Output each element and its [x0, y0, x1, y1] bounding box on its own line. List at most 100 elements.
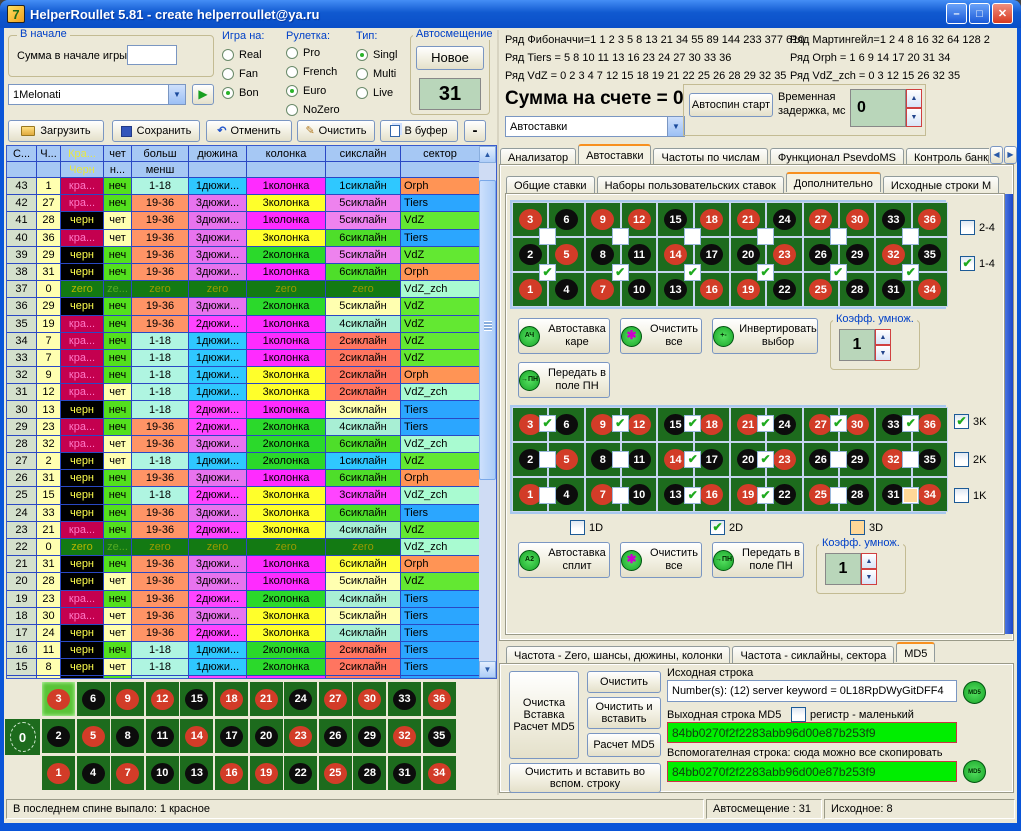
table-row[interactable]: 272чернчет1-181дюжи...2колонка1сиклайнVd… [7, 453, 479, 470]
table-row[interactable]: 158чернчет1-181дюжи...2колонка2сиклайнTi… [7, 659, 479, 676]
radio-icon[interactable] [356, 49, 368, 61]
undo-button[interactable]: ↶ Отменить [206, 120, 292, 142]
board-cell-22[interactable]: 22 [284, 756, 317, 790]
checkbox-2-4[interactable] [960, 220, 975, 235]
check-2d[interactable]: 2D [710, 520, 743, 535]
chevron-down-icon[interactable]: ▼ [667, 117, 684, 136]
title-bar[interactable]: 7 HelperRoullet 5.81 - create helperroul… [0, 0, 1021, 28]
spin-up-icon[interactable]: ▲ [875, 329, 891, 345]
table-row[interactable]: 3112кра...чет1-181дюжи...3колонка2сиклай… [7, 384, 479, 401]
table-row[interactable]: 4036кра...чет19-363дюжи...3колонка6сикла… [7, 230, 479, 247]
table-row[interactable]: 3013черннеч1-182дюжи...1колонка3сиклайнT… [7, 401, 479, 418]
board-cell-17[interactable]: 17 [215, 719, 248, 753]
board-cell-5[interactable]: 5 [77, 719, 110, 753]
tab-sub-3[interactable]: Исходные строки М [883, 176, 999, 194]
table-row[interactable]: 2832кра...чет19-363дюжи...2колонка6сикла… [7, 436, 479, 453]
spin-up-icon[interactable]: ▲ [906, 89, 922, 108]
md5-src-input[interactable] [667, 680, 957, 702]
spin-down-icon[interactable]: ▼ [906, 108, 922, 127]
side-check-3k[interactable]: 3K [954, 414, 986, 429]
board-cell-14[interactable]: 14 [180, 719, 213, 753]
checkbox-2d[interactable] [710, 520, 725, 535]
right-scroll-strip[interactable] [1005, 194, 1013, 634]
tab-main-0[interactable]: Анализатор [500, 148, 576, 166]
board-cell-30[interactable]: 30 [353, 682, 386, 716]
side-check-2k[interactable]: 2K [954, 452, 986, 467]
kare-checkbox-top-1[interactable] [613, 229, 628, 244]
tab-freq-2[interactable]: MD5 [896, 642, 935, 662]
split-checkbox-r3-1[interactable] [613, 488, 628, 503]
autobet-kare-button[interactable]: АЧ Автоставка каре [518, 318, 610, 354]
md5-run-icon-button[interactable]: MD5 [963, 681, 986, 704]
split-checkbox-r1-2[interactable] [685, 416, 700, 431]
radio-wheel-french[interactable]: French [286, 66, 348, 78]
radio-icon[interactable] [222, 68, 234, 80]
scrollbar-thumb[interactable] [479, 180, 496, 480]
board-cell-11[interactable]: 11 [146, 719, 179, 753]
side-check-1k[interactable]: 1K [954, 488, 986, 503]
split-checkbox-r3-4[interactable] [831, 488, 846, 503]
table-row[interactable]: 4128чернчет19-363дюжи...1колонка5сиклайн… [7, 212, 479, 229]
split-checkbox-r3-0[interactable] [540, 488, 555, 503]
side-check-2-4[interactable]: 2-4 [960, 220, 995, 235]
table-row[interactable]: 2515черннеч1-182дюжи...3колонка3сиклайнV… [7, 487, 479, 504]
board-cell-18[interactable]: 18 [215, 682, 248, 716]
radio-wheel-euro[interactable]: Euro [286, 85, 348, 97]
board-cell-27[interactable]: 27 [319, 682, 352, 716]
table-row[interactable]: 3929черннеч19-363дюжи...2колонка5сиклайн… [7, 247, 479, 264]
checkbox-2k[interactable] [954, 452, 969, 467]
board-cell-28[interactable]: 28 [353, 756, 386, 790]
side-check-1-4[interactable]: 1-4 [960, 256, 995, 271]
close-button[interactable]: ✕ [992, 3, 1013, 24]
table-row[interactable]: 337кра...неч1-181дюжи...1колонка2сиклайн… [7, 350, 479, 367]
tab-freq-0[interactable]: Частота - Zero, шансы, дюжины, колонки [506, 646, 730, 664]
table-row[interactable]: 1830кра...чет19-363дюжи...3колонка5сикла… [7, 608, 479, 625]
board-cell-13[interactable]: 13 [180, 756, 213, 790]
md5-big-button[interactable]: Очистка Вставка Расчет MD5 [509, 671, 579, 759]
minimize-button[interactable]: – [946, 3, 967, 24]
board-cell-35[interactable]: 35 [423, 719, 456, 753]
invert-selection-button[interactable]: +- Инвертировать выбор [712, 318, 818, 354]
tab-scroll-left-icon[interactable]: ◀ [990, 146, 1003, 164]
tab-freq-1[interactable]: Частота - сиклайны, сектора [732, 646, 894, 664]
table-row[interactable]: 4227кра...неч19-363дюжи...3колонка5сикла… [7, 195, 479, 212]
split-checkbox-r1-4[interactable] [831, 416, 846, 431]
split-checkbox-r2-5[interactable] [903, 452, 918, 467]
board-cell-36[interactable]: 36 [423, 682, 456, 716]
clear-all-button-2[interactable]: ✱ Очистить все [620, 542, 702, 578]
table-row[interactable]: 370zeroze...zerozerozerozeroVdZ_zch [7, 281, 479, 298]
table-row[interactable]: 1923кра...неч19-362дюжи...2колонка4сикла… [7, 591, 479, 608]
play-button[interactable]: ▶ [192, 84, 214, 105]
tab-sub-2[interactable]: Дополнительно [786, 172, 881, 192]
split-checkbox-r3-3[interactable] [758, 488, 773, 503]
collapse-button[interactable]: - [464, 120, 486, 142]
begin-sum-input[interactable] [127, 45, 177, 65]
board-cell-3[interactable]: 3 [42, 682, 75, 716]
split-checkbox-r1-1[interactable] [613, 416, 628, 431]
table-row[interactable]: 347кра...неч1-181дюжи...1колонка2сиклайн… [7, 333, 479, 350]
board-cell-24[interactable]: 24 [284, 682, 317, 716]
board-cell-21[interactable]: 21 [250, 682, 283, 716]
table-row[interactable]: 431кра...неч1-181дюжи...1колонка1сиклайн… [7, 178, 479, 195]
table-row[interactable]: 2028чернчет19-363дюжи...1колонка5сиклайн… [7, 573, 479, 590]
checkbox-1d[interactable] [570, 520, 585, 535]
md5-calc-button[interactable]: Расчет MD5 [587, 733, 661, 757]
check-3d[interactable]: 3D [850, 520, 883, 535]
history-table[interactable]: С...Ч...Кра...четбольшдюжинаколонкасиксл… [6, 145, 497, 679]
kare-checkbox-top-0[interactable] [540, 229, 555, 244]
kare-checkbox-bottom-1[interactable] [613, 265, 628, 280]
table-scrollbar[interactable]: ▲ ▼ [479, 146, 496, 678]
tab-sub-0[interactable]: Общие ставки [506, 176, 595, 194]
md5-case-check[interactable]: регистр - маленький [791, 707, 914, 722]
table-row[interactable]: 1611черннеч1-181дюжи...2колонка2сиклайнT… [7, 642, 479, 659]
board-cell-15[interactable]: 15 [180, 682, 213, 716]
autobets-combobox[interactable]: Автоставки ▼ [505, 116, 685, 137]
table-row[interactable]: 3519кра...неч19-362дюжи...1колонка4сикла… [7, 316, 479, 333]
kare-checkbox-bottom-5[interactable] [903, 265, 918, 280]
scroll-down-icon[interactable]: ▼ [479, 661, 496, 678]
board-cell-19[interactable]: 19 [250, 756, 283, 790]
split-checkbox-r3-2[interactable] [685, 488, 700, 503]
board-cell-29[interactable]: 29 [353, 719, 386, 753]
kare-checkbox-bottom-2[interactable] [685, 265, 700, 280]
radio-icon[interactable] [286, 66, 298, 78]
